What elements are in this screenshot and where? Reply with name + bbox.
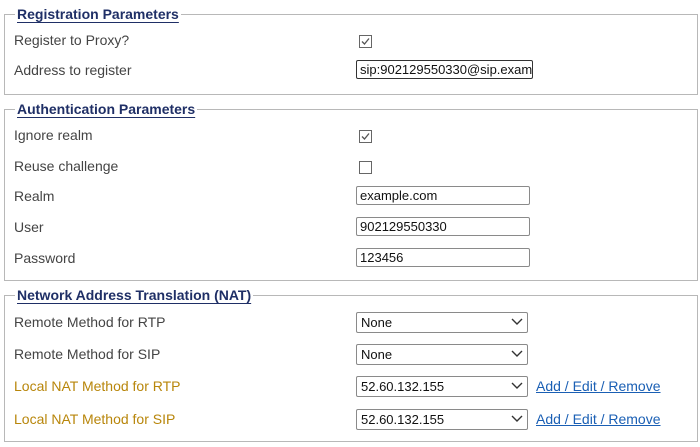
remote-method-rtp-label: Remote Method for RTP <box>14 314 166 330</box>
nat-section: Network Address Translation (NAT) Remote… <box>4 286 698 442</box>
checkmark-icon <box>361 133 370 140</box>
checkmark-icon <box>361 38 370 45</box>
address-to-register-input[interactable]: sip:902129550330@sip.exam <box>356 60 533 79</box>
ignore-realm-checkbox[interactable] <box>359 130 372 143</box>
registration-parameters-title: Registration Parameters <box>15 5 181 23</box>
remote-method-sip-label: Remote Method for SIP <box>14 346 161 362</box>
reuse-challenge-row: Reuse challenge <box>5 153 697 183</box>
chevron-down-icon <box>511 415 523 422</box>
realm-label: Realm <box>14 188 55 204</box>
remote-method-sip-row: Remote Method for SIP None <box>5 341 697 371</box>
password-label: Password <box>14 250 76 266</box>
local-nat-rtp-label: Local NAT Method for RTP <box>14 378 181 394</box>
local-nat-rtp-add-edit-remove-link[interactable]: Add / Edit / Remove <box>536 378 661 394</box>
remote-method-rtp-select[interactable]: None <box>356 312 528 333</box>
reuse-challenge-checkbox[interactable] <box>359 161 372 174</box>
nat-title: Network Address Translation (NAT) <box>15 286 254 304</box>
chevron-down-icon <box>511 382 523 389</box>
remote-method-rtp-row: Remote Method for RTP None <box>5 309 697 339</box>
local-nat-sip-add-edit-remove-link[interactable]: Add / Edit / Remove <box>536 411 661 427</box>
realm-row: Realm example.com <box>5 183 697 213</box>
ignore-realm-label: Ignore realm <box>14 127 93 143</box>
ignore-realm-row: Ignore realm <box>5 122 697 152</box>
remote-method-sip-value: None <box>361 347 393 362</box>
chevron-down-icon <box>511 350 523 357</box>
local-nat-rtp-row: Local NAT Method for RTP 52.60.132.155 A… <box>5 373 697 403</box>
local-nat-rtp-value: 52.60.132.155 <box>361 379 445 394</box>
register-to-proxy-checkbox[interactable] <box>359 35 372 48</box>
realm-input[interactable]: example.com <box>356 186 530 205</box>
local-nat-sip-value: 52.60.132.155 <box>361 412 445 427</box>
local-nat-sip-row: Local NAT Method for SIP 52.60.132.155 A… <box>5 406 697 436</box>
reuse-challenge-label: Reuse challenge <box>14 158 119 174</box>
remote-method-rtp-value: None <box>361 315 393 330</box>
address-to-register-label: Address to register <box>14 62 132 78</box>
remote-method-sip-select[interactable]: None <box>356 344 528 365</box>
password-input[interactable]: 123456 <box>356 248 530 267</box>
password-row: Password 123456 <box>5 245 697 275</box>
local-nat-sip-select[interactable]: 52.60.132.155 <box>356 409 528 430</box>
user-label: User <box>14 219 44 235</box>
address-to-register-row: Address to register sip:902129550330@sip… <box>5 57 697 87</box>
registration-parameters-section: Registration Parameters Register to Prox… <box>4 5 698 95</box>
settings-page: Registration Parameters Register to Prox… <box>0 0 700 447</box>
register-to-proxy-row: Register to Proxy? <box>5 27 697 57</box>
local-nat-rtp-select[interactable]: 52.60.132.155 <box>356 376 528 397</box>
authentication-parameters-title: Authentication Parameters <box>15 100 198 118</box>
user-input[interactable]: 902129550330 <box>356 217 530 236</box>
local-nat-sip-label: Local NAT Method for SIP <box>14 411 176 427</box>
user-row: User 902129550330 <box>5 214 697 244</box>
register-to-proxy-label: Register to Proxy? <box>14 32 130 48</box>
chevron-down-icon <box>511 318 523 325</box>
authentication-parameters-section: Authentication Parameters Ignore realm R… <box>4 100 698 281</box>
